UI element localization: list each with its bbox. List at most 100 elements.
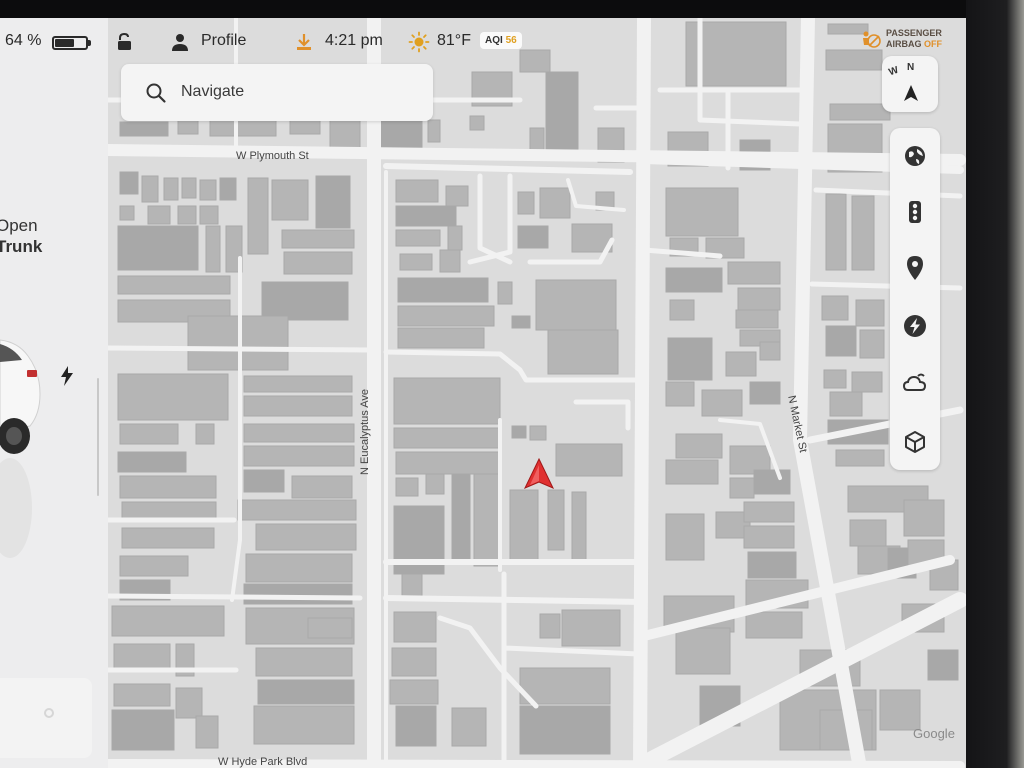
status-bar: 64 % Profile 4:21 pm 81°F AQI 56 PASSENG… bbox=[0, 26, 966, 60]
battery-percent: 64 % bbox=[5, 32, 42, 49]
battery-icon bbox=[52, 36, 91, 50]
vehicle-panel: Open Trunk bbox=[0, 18, 108, 768]
map-building bbox=[255, 523, 357, 551]
map-building bbox=[141, 175, 159, 203]
aqi-badge: AQI 56 bbox=[480, 32, 522, 49]
map-building bbox=[665, 187, 739, 237]
lock-icon[interactable] bbox=[115, 32, 135, 52]
map-building bbox=[119, 555, 189, 577]
map-building bbox=[117, 225, 199, 271]
map-building bbox=[535, 279, 617, 331]
map-building bbox=[177, 205, 197, 225]
map-building bbox=[113, 643, 171, 669]
map-building bbox=[119, 205, 135, 221]
map-building bbox=[257, 679, 355, 705]
profile-label[interactable]: Profile bbox=[201, 32, 246, 50]
map-building bbox=[121, 527, 215, 549]
traffic-light-icon[interactable] bbox=[899, 196, 931, 228]
map-view[interactable] bbox=[108, 18, 966, 768]
map-building bbox=[243, 423, 355, 443]
map-building bbox=[395, 179, 439, 203]
map-building bbox=[393, 427, 501, 449]
map-building bbox=[283, 251, 353, 275]
map-building bbox=[451, 473, 471, 565]
map-building bbox=[163, 177, 179, 201]
map-building bbox=[427, 119, 441, 143]
software-update-icon[interactable] bbox=[294, 32, 314, 52]
map-building bbox=[395, 205, 457, 227]
airbag-off-state: OFF bbox=[924, 39, 943, 49]
map-building bbox=[497, 281, 513, 305]
map-building bbox=[243, 375, 353, 393]
profile-icon[interactable] bbox=[170, 32, 190, 52]
map-building bbox=[397, 305, 495, 327]
map-building bbox=[511, 315, 531, 329]
map-building bbox=[271, 179, 309, 221]
navigate-placeholder: Navigate bbox=[181, 83, 245, 100]
outside-temperature: 81°F bbox=[437, 32, 471, 49]
map-building bbox=[511, 425, 527, 439]
map-building bbox=[181, 177, 197, 199]
map-building bbox=[519, 667, 611, 705]
compass-button[interactable]: W N bbox=[882, 56, 938, 112]
navigate-search-box[interactable]: Navigate bbox=[121, 64, 433, 121]
airbag-line2: AIRBAG bbox=[886, 39, 922, 49]
map-building bbox=[447, 225, 463, 251]
map-building bbox=[665, 459, 719, 485]
map-building bbox=[451, 707, 487, 747]
map-building bbox=[117, 373, 229, 421]
panel-divider[interactable] bbox=[97, 378, 99, 496]
map-canvas[interactable] bbox=[108, 18, 966, 768]
map-attribution: Google bbox=[913, 726, 955, 741]
map-building bbox=[397, 277, 489, 303]
tesla-screen: Open Trunk W Plymouth St N Eucalyptus Av… bbox=[0, 0, 1024, 768]
map-building bbox=[829, 391, 863, 417]
map-toolbar bbox=[890, 128, 940, 470]
settings-icon bbox=[44, 708, 54, 718]
map-building bbox=[753, 469, 791, 495]
map-building bbox=[315, 175, 351, 229]
clock-time: 4:21 pm bbox=[325, 32, 383, 49]
map-building bbox=[243, 395, 353, 417]
map-building bbox=[759, 341, 781, 361]
globe-icon[interactable] bbox=[899, 140, 931, 172]
road-minor bbox=[383, 595, 643, 605]
car-image bbox=[0, 339, 41, 558]
passenger-airbag-icon bbox=[863, 31, 881, 48]
map-building bbox=[395, 705, 437, 747]
map-building bbox=[391, 647, 437, 677]
aqi-label: AQI bbox=[485, 35, 503, 46]
map-building bbox=[825, 193, 847, 271]
charging-bolt-icon bbox=[61, 366, 73, 386]
street-label-eucalyptus: N Eucalyptus Ave bbox=[359, 388, 372, 476]
map-building bbox=[199, 205, 219, 225]
map-building bbox=[539, 613, 561, 639]
map-building bbox=[729, 477, 755, 499]
map-building bbox=[195, 423, 215, 445]
map-building bbox=[399, 253, 433, 271]
pin-icon[interactable] bbox=[899, 252, 931, 284]
sun-icon bbox=[408, 31, 430, 53]
map-building bbox=[147, 205, 171, 225]
map-building bbox=[401, 573, 423, 599]
airbag-line1: PASSENGER bbox=[886, 28, 942, 38]
map-building bbox=[855, 299, 885, 327]
map-building bbox=[859, 329, 885, 359]
map-building bbox=[117, 275, 231, 295]
cube-icon[interactable] bbox=[899, 426, 931, 458]
map-building bbox=[743, 525, 795, 549]
map-building bbox=[675, 627, 731, 675]
map-building bbox=[701, 389, 743, 417]
map-building bbox=[745, 611, 803, 639]
map-building bbox=[823, 369, 847, 389]
map-building bbox=[571, 491, 587, 565]
map-building bbox=[517, 191, 535, 215]
map-building bbox=[329, 117, 361, 149]
weather-icon[interactable] bbox=[899, 368, 931, 400]
map-building bbox=[547, 489, 565, 551]
map-building bbox=[393, 611, 437, 643]
map-building bbox=[113, 683, 171, 707]
charging-icon[interactable] bbox=[899, 310, 931, 342]
panel-card[interactable] bbox=[0, 678, 92, 758]
map-building bbox=[529, 425, 547, 441]
